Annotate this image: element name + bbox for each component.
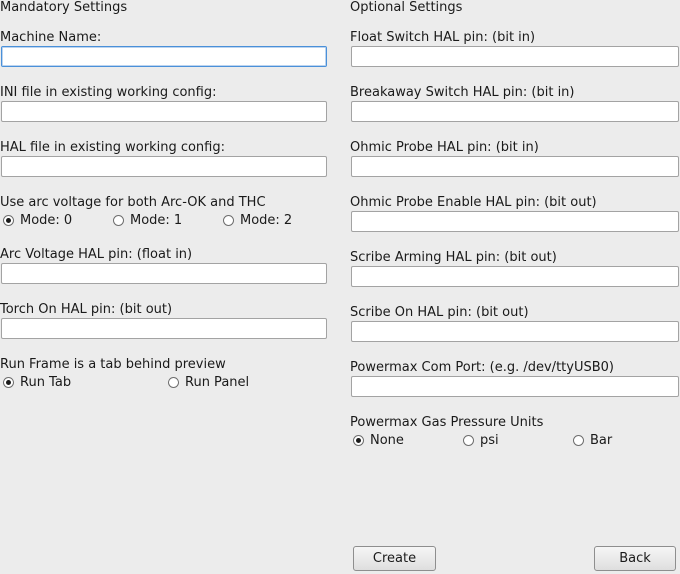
- float-switch-pin-label: Float Switch HAL pin: (bit in): [350, 30, 536, 45]
- plasma-config-dialog: Mandatory Settings Machine Name: INI fil…: [0, 0, 680, 574]
- ohmic-probe-enable-pin-input[interactable]: [351, 211, 679, 232]
- radio-selected-indicator: [353, 435, 364, 446]
- create-button[interactable]: Create: [353, 546, 436, 571]
- radio-indicator: [113, 215, 124, 226]
- ini-file-label: INI file in existing working config:: [0, 85, 217, 100]
- arc-voltage-mode-label: Use arc voltage for both Arc-OK and THC: [0, 195, 266, 210]
- mode-2-label: Mode: 2: [240, 213, 293, 228]
- mode-2-radio[interactable]: Mode: 2: [223, 213, 292, 228]
- units-psi-label: psi: [480, 433, 499, 448]
- powermax-com-port-label: Powermax Com Port: (e.g. /dev/ttyUSB0): [350, 360, 614, 375]
- ohmic-probe-enable-pin-label: Ohmic Probe Enable HAL pin: (bit out): [350, 195, 597, 210]
- ohmic-probe-pin-input[interactable]: [351, 156, 679, 177]
- back-button[interactable]: Back: [594, 546, 676, 571]
- run-tab-label: Run Tab: [20, 375, 72, 390]
- powermax-com-port-input[interactable]: [351, 376, 679, 397]
- breakaway-switch-pin-input[interactable]: [351, 101, 679, 122]
- run-tab-radio[interactable]: Run Tab: [3, 375, 71, 390]
- scribe-on-pin-label: Scribe On HAL pin: (bit out): [350, 305, 529, 320]
- breakaway-switch-pin-label: Breakaway Switch HAL pin: (bit in): [350, 85, 575, 100]
- mode-0-label: Mode: 0: [20, 213, 73, 228]
- torch-on-pin-label: Torch On HAL pin: (bit out): [0, 302, 173, 317]
- mode-0-radio[interactable]: Mode: 0: [3, 213, 72, 228]
- scribe-arming-pin-input[interactable]: [351, 266, 679, 287]
- units-none-label: None: [370, 433, 404, 448]
- units-bar-label: Bar: [590, 433, 613, 448]
- arc-voltage-pin-input[interactable]: [1, 263, 327, 284]
- units-none-radio[interactable]: None: [353, 433, 404, 448]
- run-panel-radio[interactable]: Run Panel: [168, 375, 249, 390]
- gas-pressure-units-label: Powermax Gas Pressure Units: [350, 415, 544, 430]
- units-bar-radio[interactable]: Bar: [573, 433, 612, 448]
- radio-selected-indicator: [3, 215, 14, 226]
- optional-settings-title: Optional Settings: [350, 0, 463, 15]
- radio-indicator: [223, 215, 234, 226]
- hal-file-input[interactable]: [1, 156, 327, 177]
- mode-1-radio[interactable]: Mode: 1: [113, 213, 182, 228]
- radio-selected-indicator: [3, 377, 14, 388]
- torch-on-pin-input[interactable]: [1, 318, 327, 339]
- run-frame-label: Run Frame is a tab behind preview: [0, 357, 226, 372]
- units-psi-radio[interactable]: psi: [463, 433, 499, 448]
- machine-name-label: Machine Name:: [0, 30, 102, 45]
- arc-voltage-pin-label: Arc Voltage HAL pin: (float in): [0, 247, 193, 262]
- mandatory-settings-title: Mandatory Settings: [0, 0, 128, 15]
- radio-indicator: [573, 435, 584, 446]
- run-panel-label: Run Panel: [185, 375, 250, 390]
- ohmic-probe-pin-label: Ohmic Probe HAL pin: (bit in): [350, 140, 539, 155]
- hal-file-label: HAL file in existing working config:: [0, 140, 225, 155]
- radio-indicator: [463, 435, 474, 446]
- scribe-arming-pin-label: Scribe Arming HAL pin: (bit out): [350, 250, 557, 265]
- machine-name-input[interactable]: [1, 46, 327, 67]
- radio-indicator: [168, 377, 179, 388]
- float-switch-pin-input[interactable]: [351, 46, 679, 67]
- ini-file-input[interactable]: [1, 101, 327, 122]
- mode-1-label: Mode: 1: [130, 213, 183, 228]
- scribe-on-pin-input[interactable]: [351, 321, 679, 342]
